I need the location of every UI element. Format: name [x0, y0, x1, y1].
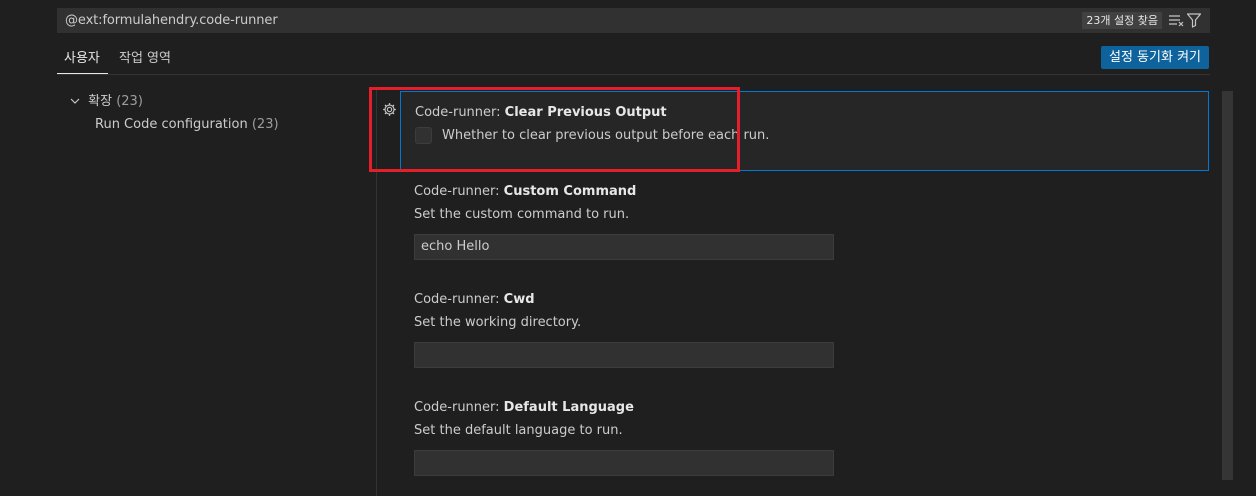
settings-editor: @ext:formulahendry.code-runner 23개 설정 찾음…: [0, 0, 1256, 496]
setting-custom-command: Code-runner: Custom Command Set the cust…: [400, 180, 1209, 280]
setting-name: Default Language: [503, 400, 634, 415]
setting-title: Code-runner: Default Language: [414, 399, 634, 417]
setting-cwd: Code-runner: Cwd Set the working directo…: [400, 288, 1209, 388]
chevron-down-icon: [70, 93, 84, 111]
setting-category: Code-runner:: [414, 184, 504, 199]
setting-description: Set the default language to run.: [414, 423, 623, 438]
toc-item-label: Run Code configuration: [95, 117, 248, 132]
toc-group-extensions[interactable]: 확장 (23): [70, 93, 143, 111]
toc-item-count: (23): [251, 117, 279, 132]
scrollbar[interactable]: [1222, 91, 1233, 480]
tabs-divider: [57, 74, 1210, 75]
setting-category: Code-runner:: [414, 400, 504, 415]
setting-title: Code-runner: Cwd: [414, 291, 535, 309]
setting-description: Set the working directory.: [414, 315, 582, 330]
setting-category: Code-runner:: [414, 292, 504, 307]
search-result-count: 23개 설정 찾음: [1082, 12, 1162, 29]
toc-group-count: (23): [116, 94, 143, 109]
filter-icon[interactable]: [1186, 12, 1202, 28]
search-input[interactable]: @ext:formulahendry.code-runner: [65, 8, 278, 33]
cwd-input[interactable]: [414, 342, 834, 368]
setting-description: Set the custom command to run.: [414, 207, 630, 222]
default-language-input[interactable]: [414, 450, 834, 476]
clear-filter-icon[interactable]: [1168, 13, 1184, 27]
tab-workspace[interactable]: 작업 영역: [119, 49, 171, 73]
setting-default-language: Code-runner: Default Language Set the de…: [400, 396, 1209, 496]
toc-item-run-code-configuration[interactable]: Run Code configuration (23): [95, 116, 279, 134]
setting-name: Custom Command: [503, 184, 637, 199]
search-bar[interactable]: @ext:formulahendry.code-runner 23개 설정 찾음: [57, 8, 1210, 33]
toc-group-label: 확장: [88, 94, 113, 109]
setting-title: Code-runner: Custom Command: [414, 183, 636, 201]
setting-name: Cwd: [503, 292, 535, 307]
tab-user[interactable]: 사용자: [64, 49, 100, 73]
highlight-annotation-box: [369, 87, 740, 172]
turn-on-settings-sync-button[interactable]: 설정 동기화 켜기: [1101, 46, 1209, 69]
custom-command-input[interactable]: echo Hello: [414, 234, 834, 260]
